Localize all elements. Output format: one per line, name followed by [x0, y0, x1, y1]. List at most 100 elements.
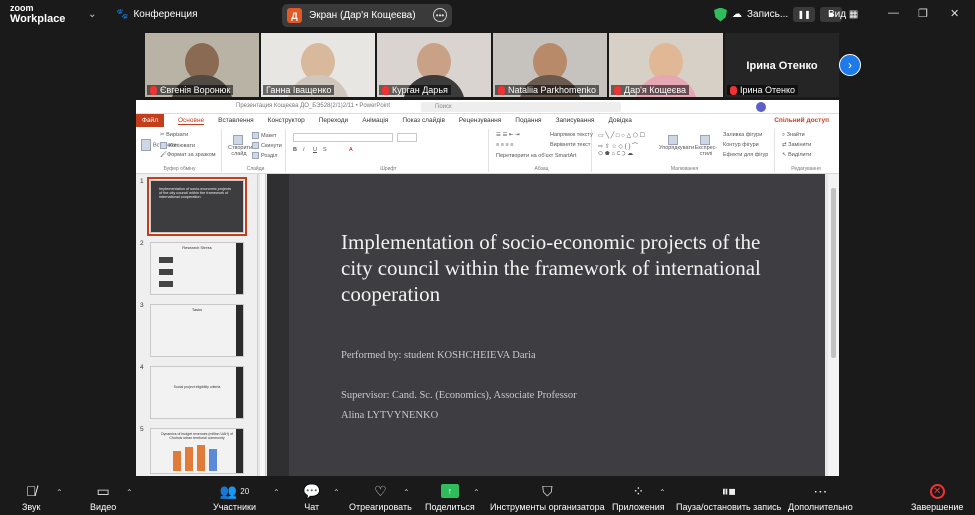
section-label: Розділ: [261, 152, 278, 159]
replace-button[interactable]: ⇄ Замінити: [782, 142, 811, 148]
tab-file[interactable]: Файл: [136, 114, 164, 127]
pane-splitter[interactable]: [260, 174, 266, 476]
next-page-button[interactable]: ›: [839, 54, 861, 76]
pause-recording-button[interactable]: ❚❚: [793, 7, 816, 22]
tab-slideshow[interactable]: Показ слайдів: [402, 117, 445, 124]
video-button[interactable]: ▭ Видео: [90, 482, 116, 513]
reset-button[interactable]: Скинути: [252, 142, 282, 149]
chevron-up-icon[interactable]: ⌃: [473, 488, 480, 497]
slide-thumbnail[interactable]: Research Stress: [150, 242, 244, 295]
scrollbar-thumb[interactable]: [831, 188, 836, 358]
shapes-gallery-row3[interactable]: ⬭ ⬟ ⌂ ⊂ ⊃ ☁: [598, 150, 633, 158]
new-slide-button[interactable]: Створити слайд: [228, 135, 252, 157]
video-tile[interactable]: Nataliia Parkhomenko: [493, 33, 607, 97]
close-icon[interactable]: ✕: [950, 7, 959, 20]
slide-supervisor[interactable]: Supervisor: Cand. Sc. (Economics), Assoc…: [341, 390, 577, 401]
section-button[interactable]: Розділ: [252, 152, 277, 159]
thumbnail-chart-bar: [185, 447, 193, 471]
chat-button[interactable]: 💬 Чат: [303, 482, 320, 513]
layout-button[interactable]: Макет: [252, 132, 277, 139]
tab-help[interactable]: Довідка: [608, 117, 631, 124]
apps-icon: ⁘: [632, 482, 645, 499]
tab-insert[interactable]: Вставлення: [218, 117, 254, 124]
chevron-up-icon[interactable]: ⌃: [403, 488, 410, 497]
thumbnail-chart-bar: [197, 445, 205, 471]
find-button[interactable]: ⌕ Знайти: [782, 132, 805, 139]
tab-home[interactable]: Основне: [177, 117, 205, 125]
host-tools-button[interactable]: ⛉ Инструменты организатора: [490, 482, 605, 513]
shape-effects-button[interactable]: Ефекти для фігур: [723, 152, 768, 158]
screen-share-banner[interactable]: Д Экран (Дар'я Кощеєва) •••: [282, 4, 452, 27]
audio-button[interactable]: 🎙̸ Звук: [22, 482, 40, 512]
smartart-button[interactable]: Перетворити на об'єкт SmartArt: [496, 153, 577, 159]
video-tile-active-speaker[interactable]: Дар'я Кощеєва: [609, 33, 723, 97]
video-tile[interactable]: Євгенія Воронюк: [145, 33, 259, 97]
slide-thumbnail[interactable]: Social project eligibility criteria: [150, 366, 244, 419]
view-label: Вид: [828, 9, 847, 20]
tab-review[interactable]: Рецензування: [459, 117, 501, 124]
bullets-button[interactable]: ☰ ☰ ⇤ ⇥: [496, 132, 520, 138]
arrange-button[interactable]: Упорядкувати: [659, 135, 694, 151]
slide-author[interactable]: Performed by: student KOSHCHEIEVA Daria: [341, 350, 536, 361]
slide-thumbnail[interactable]: Dynamics of budget revenues (million UAH…: [150, 428, 244, 474]
tab-animations[interactable]: Анімація: [362, 117, 388, 124]
more-button[interactable]: ⋯ Дополнительно: [788, 482, 853, 513]
chevron-up-icon[interactable]: ⌃: [273, 488, 280, 497]
italic-button[interactable]: I: [303, 147, 305, 153]
chevron-up-icon[interactable]: ⌃: [659, 488, 666, 497]
share-screen-button[interactable]: ↑ Поделиться: [425, 482, 475, 512]
thumbnail-bar: [236, 429, 243, 473]
shapes-gallery-row2[interactable]: ⇨ ⇧ ☆ ◇ { } ⌒: [598, 141, 638, 150]
restore-icon[interactable]: ❐: [918, 7, 928, 20]
video-tile[interactable]: Ганна Іващенко: [261, 33, 375, 97]
powerpoint-search[interactable]: Поиск: [421, 102, 621, 112]
video-tile[interactable]: Ірина Отенко Ірина Отенко: [725, 33, 839, 97]
slide-title[interactable]: Implementation of socio-economic project…: [341, 229, 761, 307]
pause-stop-recording-button[interactable]: ⏸⏹ Пауза/остановить запись: [676, 482, 781, 513]
tab-recording[interactable]: Записування: [556, 117, 595, 124]
minimize-icon[interactable]: —: [888, 7, 899, 19]
tab-transitions[interactable]: Переходи: [319, 117, 348, 124]
avatar[interactable]: [756, 102, 766, 112]
underline-button[interactable]: U: [313, 147, 317, 153]
brush-icon: 🖌: [160, 152, 167, 158]
font-size-dropdown[interactable]: [397, 133, 417, 142]
chevron-up-icon[interactable]: ⌃: [56, 488, 63, 497]
slide-thumbnail[interactable]: Tasks: [150, 304, 244, 357]
share-button[interactable]: Спільний доступ: [774, 117, 829, 124]
meeting-info-button[interactable]: 🐾 Конференция: [116, 9, 198, 20]
participant-name-tag: Курган Дарья: [379, 85, 451, 95]
align-text-button[interactable]: Вирівняти текст: [550, 142, 590, 148]
slide-thumbnail[interactable]: Implementation of socio-economic project…: [147, 177, 247, 236]
bold-button[interactable]: B: [293, 147, 297, 153]
copy-button[interactable]: Копіювати: [160, 142, 195, 149]
shapes-gallery[interactable]: ▭ ╲ ╱ □ ○ △ ⬠ ☐: [598, 132, 645, 139]
chevron-up-icon[interactable]: ⌃: [333, 488, 340, 497]
vertical-scrollbar[interactable]: [828, 174, 839, 476]
slide-supervisor-name[interactable]: Alina LYTVYNENKO: [341, 410, 438, 421]
shape-fill-button[interactable]: Заливка фігури: [723, 132, 762, 138]
participants-button[interactable]: 👥 20 Участники: [213, 482, 256, 513]
font-name-dropdown[interactable]: [293, 133, 393, 142]
slide-canvas[interactable]: Implementation of socio-economic project…: [267, 174, 825, 476]
end-meeting-button[interactable]: ✕ Завершение: [911, 482, 963, 512]
tab-design[interactable]: Конструктор: [268, 117, 305, 124]
apps-button[interactable]: ⁘ Приложения: [612, 482, 665, 513]
format-painter-button[interactable]: 🖌Формат за зразком: [160, 152, 216, 158]
tab-view[interactable]: Подання: [515, 117, 541, 124]
more-options-icon[interactable]: •••: [433, 8, 447, 22]
align-buttons[interactable]: ≡ ≡ ≡ ≡: [496, 142, 513, 148]
video-tile[interactable]: Курган Дарья: [377, 33, 491, 97]
shape-outline-button[interactable]: Контур фігури: [723, 142, 759, 148]
view-button[interactable]: Вид ▦: [828, 9, 858, 20]
select-button[interactable]: ↖ Виділити: [782, 152, 811, 158]
font-color-button[interactable]: A: [349, 147, 353, 153]
quick-styles-button[interactable]: Експрес-стилі: [693, 135, 719, 157]
chevron-down-icon[interactable]: ⌄: [88, 9, 96, 20]
text-direction-button[interactable]: Напрямок тексту: [550, 132, 593, 138]
cut-button[interactable]: ✂ Вирізати: [160, 132, 188, 138]
shadow-button[interactable]: S: [323, 147, 327, 153]
sharer-avatar: Д: [287, 8, 302, 23]
react-button[interactable]: ♡ Отреагировать: [349, 482, 412, 513]
chevron-up-icon[interactable]: ⌃: [126, 488, 133, 497]
